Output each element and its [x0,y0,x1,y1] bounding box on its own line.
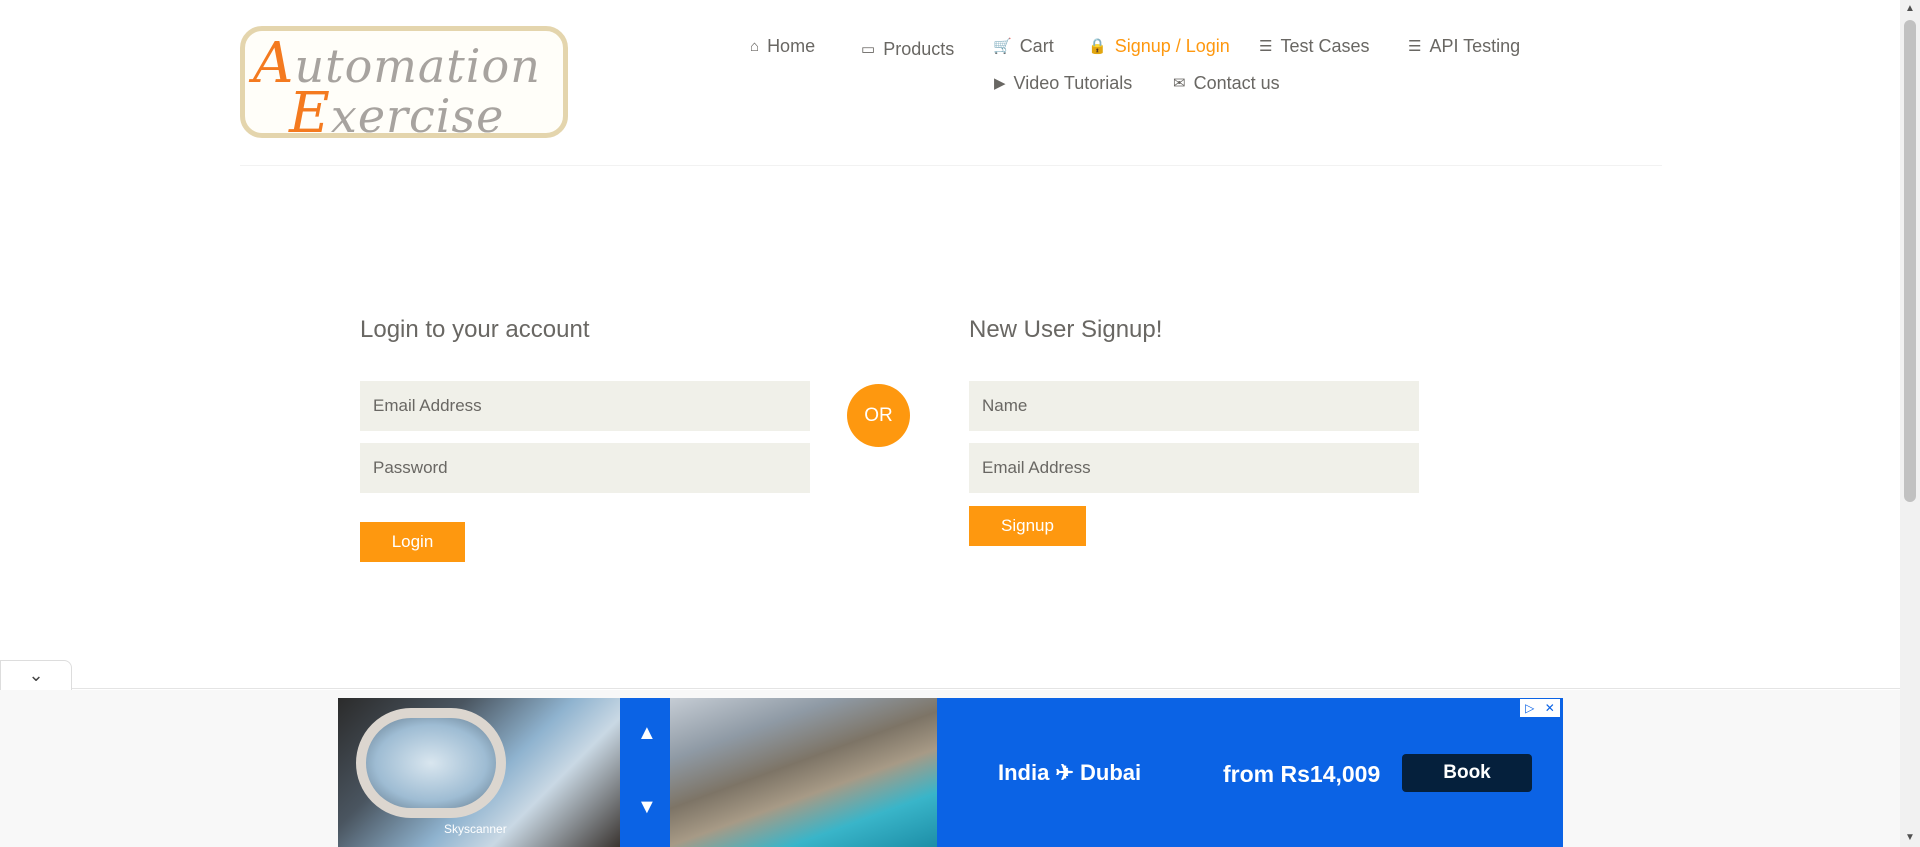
nav-label: Products [883,39,955,59]
ad-route: India ✈ Dubai [998,760,1142,785]
ad-brand: Skyscanner [444,822,507,836]
nav-signup-login[interactable]: 🔒 Signup / Login [1088,36,1230,57]
site-logo[interactable]: Automation Exercise [240,26,568,138]
nav-contact-us[interactable]: ✉ Contact us [1173,73,1280,94]
home-icon: ⌂ [750,38,760,55]
login-email-input[interactable] [360,381,810,431]
nav-label: Video Tutorials [1013,73,1133,93]
adchoices-icon[interactable]: ▷ [1525,701,1534,715]
nav-api-testing[interactable]: ☰ API Testing [1408,36,1520,57]
list-icon: ☰ [1408,38,1422,55]
nav-label: API Testing [1429,36,1521,56]
signup-name-input[interactable] [969,381,1419,431]
cart-icon: 🛒 [993,38,1012,55]
nav-video-tutorials[interactable]: ▶ Video Tutorials [994,73,1132,94]
nav-cart[interactable]: 🛒 Cart [993,36,1054,57]
signup-button[interactable]: Signup [969,506,1086,546]
login-password-input[interactable] [360,443,810,493]
airplane-window-graphic [356,708,506,818]
nav-home[interactable]: ⌂ Home [750,36,815,57]
nav-label: Home [767,36,816,56]
nav-label: Test Cases [1280,36,1370,56]
logo-line-2: Exercise [289,81,505,138]
nav-test-cases[interactable]: ☰ Test Cases [1259,36,1370,57]
close-icon[interactable]: ✕ [1545,701,1555,715]
envelope-icon: ✉ [1173,75,1186,92]
ad-carousel-controls: ▲ ▼ [620,698,670,847]
ad-image-airplane-window: Skyscanner [338,698,620,847]
scroll-up-icon[interactable]: ▲ [1905,3,1915,14]
ad-collapse-tab[interactable]: ⌄ [0,660,72,690]
page-scrollbar[interactable]: ▲ ▼ [1900,0,1920,847]
signup-title: New User Signup! [969,316,1163,343]
scroll-down-icon[interactable]: ▼ [1905,832,1915,843]
nav-label: Signup / Login [1114,36,1230,56]
lock-icon: 🔒 [1088,38,1107,55]
youtube-icon: ▶ [994,75,1006,92]
nav-label: Cart [1019,36,1054,56]
arrow-down-icon[interactable]: ▼ [637,796,657,819]
chevron-down-icon: ⌄ [28,665,44,685]
ad-book-button[interactable]: Book [1402,754,1532,792]
ad-divider [0,688,1900,689]
header-divider [240,165,1662,166]
ad-price: from Rs14,009 [1223,761,1381,787]
login-button[interactable]: Login [360,522,465,562]
nav-products[interactable]: ▭ Products [861,39,954,60]
list-icon: ☰ [1259,38,1273,55]
scrollbar-thumb[interactable] [1904,20,1916,502]
nav-label: Contact us [1193,73,1280,93]
briefcase-icon: ▭ [861,41,876,58]
arrow-up-icon[interactable]: ▲ [637,722,657,745]
ad-choices[interactable]: ▷ ✕ [1520,699,1560,717]
or-badge: OR [847,384,910,447]
signup-email-input[interactable] [969,443,1419,493]
ad-image-dubai [670,698,937,847]
login-title: Login to your account [360,316,590,343]
ad-banner[interactable]: Skyscanner ▲ ▼ India ✈ Dubai from Rs14,0… [338,698,1563,847]
